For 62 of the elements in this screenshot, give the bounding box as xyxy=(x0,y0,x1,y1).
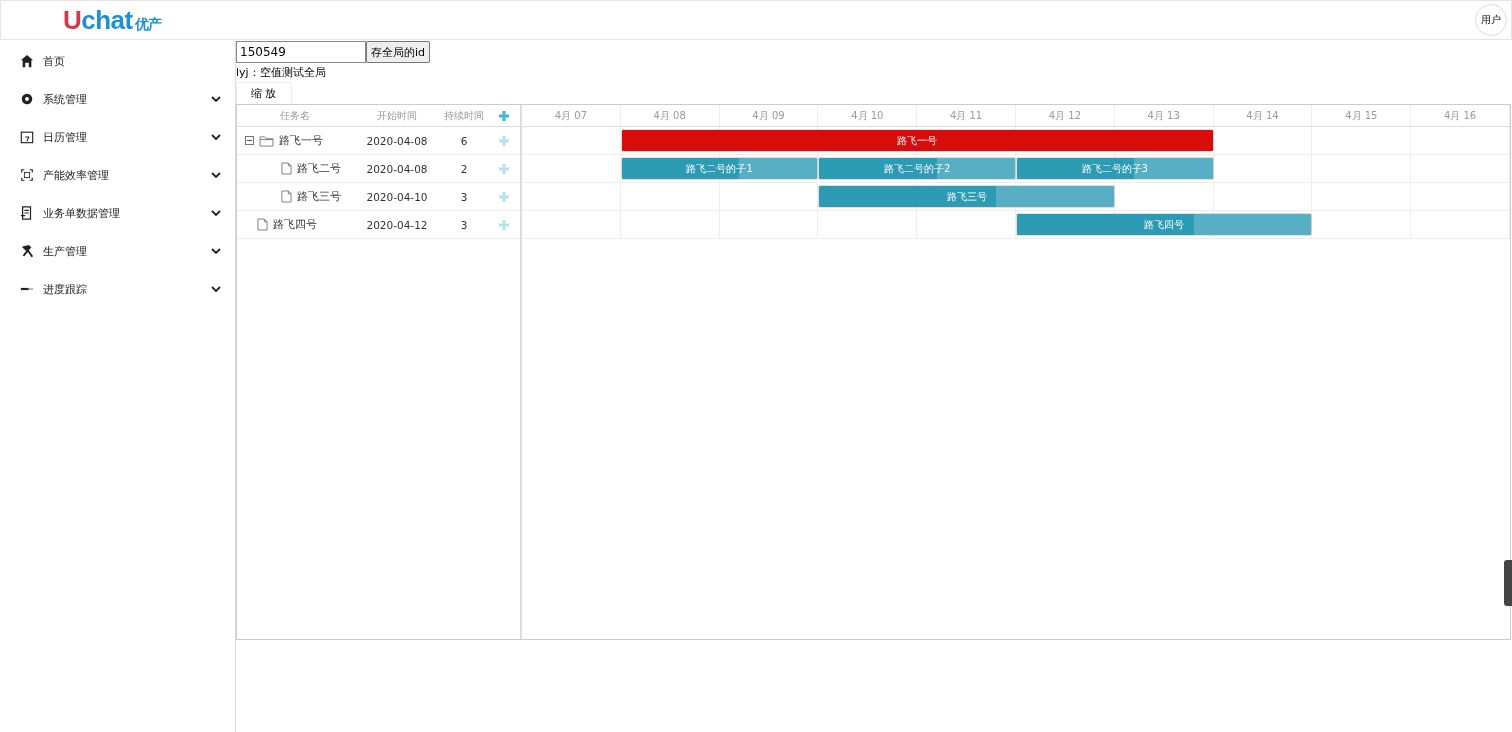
column-header: 持续时间 xyxy=(443,108,485,123)
add-icon[interactable] xyxy=(497,109,510,122)
chevron-down-icon xyxy=(211,172,221,178)
date-header: 4月 16 xyxy=(1411,105,1510,126)
save-id-button[interactable]: 存全局的id xyxy=(366,41,431,63)
user-avatar[interactable]: 用户 xyxy=(1475,4,1507,36)
chevron-down-icon xyxy=(211,210,221,216)
date-header: 4月 09 xyxy=(719,105,819,126)
table-cell-text: 2020-04-10 xyxy=(365,189,429,205)
date-header: 4月 13 xyxy=(1114,105,1214,126)
task-name: 路飞一号 xyxy=(279,133,323,148)
table-cell-text: 3 xyxy=(459,217,469,233)
date-header: 4月 14 xyxy=(1213,105,1313,126)
document-icon xyxy=(20,206,34,220)
chevron-down-icon xyxy=(211,96,221,102)
chevron-down-icon xyxy=(211,134,221,140)
task-name: 路飞三号 xyxy=(297,189,341,204)
table-cell-text: 3 xyxy=(459,189,469,205)
note-text: lyj：空值测试全局 xyxy=(236,65,326,80)
column-header: 任务名 xyxy=(279,108,311,123)
sidebar-item[interactable]: 首页 xyxy=(0,42,235,80)
date-header: 4月 07 xyxy=(522,105,621,126)
sidebar-item[interactable]: 系统管理 xyxy=(0,80,235,118)
file-icon xyxy=(281,190,292,203)
side-handle[interactable] xyxy=(1504,560,1512,606)
calendar-icon xyxy=(20,130,34,144)
date-header: 4月 11 xyxy=(917,105,1016,126)
add-icon[interactable] xyxy=(497,134,510,147)
add-icon[interactable] xyxy=(497,190,510,203)
sidebar-item[interactable]: 进度跟踪 xyxy=(0,270,235,308)
date-header: 4月 12 xyxy=(1016,105,1115,126)
date-header: 4月 08 xyxy=(620,105,720,126)
sidebar-item[interactable]: 业务单数据管理 xyxy=(0,194,235,232)
task-bar[interactable]: 路飞一号 xyxy=(620,129,1214,152)
date-header: 4月 10 xyxy=(818,105,918,126)
collapse-icon[interactable] xyxy=(245,136,254,145)
sidebar-item[interactable]: 日历管理 xyxy=(0,118,235,156)
add-icon[interactable] xyxy=(497,162,510,175)
task-name: 路飞四号 xyxy=(273,217,317,232)
task-name: 路飞二号 xyxy=(297,161,341,176)
column-header: 开始时间 xyxy=(376,108,418,123)
zoom-button[interactable]: 缩 放 xyxy=(236,82,292,104)
logo: Uchat优产 xyxy=(63,4,162,36)
date-header: 4月 15 xyxy=(1312,105,1412,126)
sidebar-item[interactable]: 产能效率管理 xyxy=(0,156,235,194)
table-cell-text: 6 xyxy=(459,133,469,149)
home-icon xyxy=(20,54,34,68)
file-icon xyxy=(281,162,292,175)
table-cell-text: 2020-04-08 xyxy=(365,161,429,177)
add-icon[interactable] xyxy=(497,218,510,231)
table-cell-text: 2020-04-12 xyxy=(365,217,429,233)
chevron-down-icon xyxy=(211,248,221,254)
sidebar-item[interactable]: 生产管理 xyxy=(0,232,235,270)
folder-icon xyxy=(259,134,274,147)
tools-icon xyxy=(20,244,34,258)
scan-icon xyxy=(20,168,34,182)
id-input[interactable]: 150549 xyxy=(236,41,366,63)
file-icon xyxy=(257,218,268,231)
settings-icon xyxy=(20,92,34,106)
table-cell-text: 2020-04-08 xyxy=(365,133,429,149)
table-cell-text: 2 xyxy=(459,161,469,177)
chevron-down-icon xyxy=(211,286,221,292)
